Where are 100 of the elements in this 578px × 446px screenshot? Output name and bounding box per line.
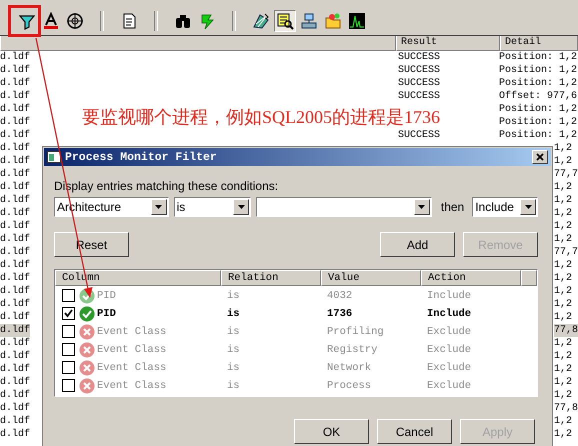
- table-cell: 1,2: [554, 259, 572, 272]
- table-cell: Position: 1,2: [499, 64, 578, 77]
- annotation-text: 要监视哪个进程，例如SQL2005的进程是1736: [82, 106, 440, 129]
- table-cell-text: Registry: [326, 344, 378, 356]
- folder-icon: [324, 12, 342, 30]
- table-cell: d.ldf: [0, 376, 30, 389]
- table-cell: d.ldf: [0, 103, 30, 116]
- table-cell: 1,2: [554, 363, 572, 376]
- table-cell: 1,2: [554, 220, 572, 233]
- relation-dropdown[interactable]: is: [174, 197, 252, 217]
- table-cell: Event Class: [97, 380, 166, 392]
- table-cell: d.ldf: [0, 51, 30, 64]
- table-cell: d.ldf: [0, 324, 30, 337]
- table-cell-text: is: [226, 290, 241, 302]
- caret-icon: [418, 205, 426, 209]
- caret-icon: [238, 205, 245, 209]
- table-cell-text: is: [226, 380, 241, 392]
- table-cell: 1,2: [554, 272, 572, 285]
- action-dropdown[interactable]: Include: [472, 197, 538, 217]
- table-cell: d.ldf: [0, 272, 30, 285]
- checkbox[interactable]: [62, 343, 75, 356]
- caret-icon: [155, 205, 162, 209]
- monitor-icon: [276, 12, 294, 30]
- table-cell-text: is: [226, 344, 241, 356]
- table-cell: d.ldf: [0, 428, 30, 441]
- table-cell-text: is: [226, 326, 241, 338]
- checkbox[interactable]: [62, 307, 75, 320]
- table-cell: SUCCESS: [398, 129, 440, 142]
- table-cell: d.ldf: [0, 389, 30, 402]
- chart-icon: [348, 12, 366, 30]
- table-cell: d.ldf: [0, 246, 30, 259]
- close-button[interactable]: [532, 150, 548, 164]
- table-cell: 1,2: [554, 389, 572, 402]
- table-cell: Position: 1,2: [499, 103, 578, 116]
- column-header[interactable]: Relation: [221, 270, 321, 286]
- table-cell: d.ldf: [0, 181, 30, 194]
- table-cell-text: 1736: [326, 308, 354, 320]
- table-cell: 1,2: [554, 415, 572, 428]
- cancel-button[interactable]: Cancel: [377, 419, 452, 444]
- caret-icon: [524, 205, 532, 209]
- table-cell: PID: [97, 290, 116, 302]
- checkbox[interactable]: [62, 325, 75, 338]
- checkbox[interactable]: [62, 379, 75, 392]
- table-cell: 1,2: [554, 181, 572, 194]
- table-cell: d.ldf: [0, 129, 30, 142]
- table-cell-text: Exclude: [426, 362, 472, 374]
- table-cell: 1,2: [554, 298, 572, 311]
- table-cell: 1,2: [554, 233, 572, 246]
- value-dropdown[interactable]: [256, 197, 432, 217]
- table-cell: Event Class: [97, 326, 166, 338]
- table-cell: d.ldf: [0, 194, 30, 207]
- table-cell: 1,2: [554, 376, 572, 389]
- table-cell: SUCCESS: [398, 90, 440, 103]
- checkbox[interactable]: [62, 361, 75, 374]
- table-cell: SUCCESS: [398, 51, 440, 64]
- table-cell: d.ldf: [0, 142, 30, 155]
- column-header[interactable]: Value: [321, 270, 421, 286]
- table-cell: 1,2: [554, 337, 572, 350]
- table-cell: d.ldf: [0, 285, 30, 298]
- table-cell: d.ldf: [0, 233, 30, 246]
- table-cell: d.ldf: [0, 311, 30, 324]
- table-cell-text: Exclude: [426, 344, 472, 356]
- table-cell: d.ldf: [0, 298, 30, 311]
- add-button[interactable]: Add: [380, 232, 455, 257]
- computer-icon: [300, 12, 318, 30]
- window-title: Process Monitor Filter: [65, 150, 218, 164]
- table-cell: Position: 1,2: [499, 116, 578, 129]
- table-cell: SUCCESS: [398, 64, 440, 77]
- checkbox[interactable]: [62, 289, 75, 302]
- then-label: then: [440, 200, 464, 214]
- table-cell: d.ldf: [0, 259, 30, 272]
- table-cell: 1,2: [554, 194, 572, 207]
- table-cell: SUCCESS: [398, 77, 440, 90]
- table-cell: d.ldf: [0, 90, 30, 103]
- table-cell: 77,7: [554, 168, 578, 181]
- toolbar-button[interactable]: [274, 10, 296, 32]
- table-cell: 1,2: [554, 311, 572, 324]
- table-cell: 1,2: [554, 155, 572, 168]
- close-icon: [536, 153, 544, 161]
- column-header[interactable]: Detail: [500, 36, 578, 51]
- table-cell: 77,8: [554, 324, 578, 337]
- table-cell: d.ldf: [0, 155, 30, 168]
- table-cell-text: is: [226, 362, 241, 374]
- table-cell-text: Include: [426, 290, 472, 302]
- table-cell: Event Class: [97, 362, 166, 374]
- window-icon: [47, 151, 61, 163]
- table-cell: d.ldf: [0, 415, 30, 428]
- table-cell: Position: 1,2: [499, 77, 578, 90]
- column-header[interactable]: Result: [396, 36, 500, 51]
- table-cell: 1,2: [554, 285, 572, 298]
- table-cell: d.ldf: [0, 64, 30, 77]
- table-cell: 1,2: [554, 207, 572, 220]
- table-cell: 77,7: [554, 246, 578, 259]
- table-cell: d.ldf: [0, 77, 30, 90]
- ok-button[interactable]: OK: [294, 419, 369, 444]
- table-cell-text: Network: [326, 362, 372, 374]
- table-cell: Position: 1,2: [499, 129, 578, 142]
- table-cell-text: Exclude: [426, 326, 472, 338]
- column-header[interactable]: Action: [421, 270, 521, 286]
- table-cell-text: is: [226, 308, 241, 320]
